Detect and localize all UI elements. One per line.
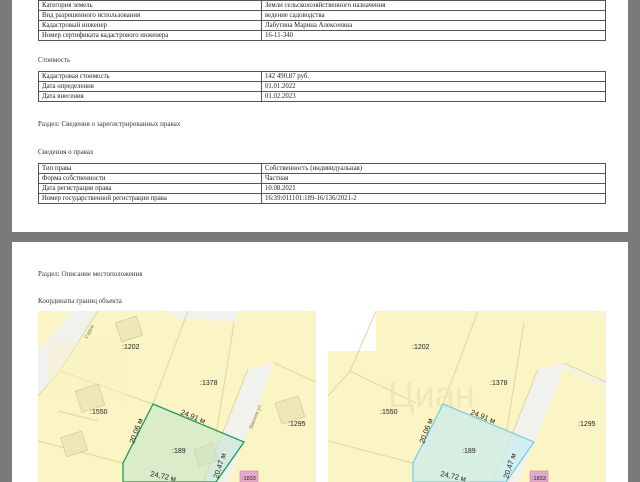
document-page-2: Раздел: Описание местоположения Координа… xyxy=(12,242,628,482)
row-value: 142 490,87 руб. xyxy=(261,71,606,82)
row-label: Дата определения xyxy=(38,81,262,92)
table-row: Вид разрешенного использования ведение с… xyxy=(38,10,606,21)
document-page-1: Категория земель Земли сельскохозяйствен… xyxy=(12,0,628,232)
table-row: Категория земель Земли сельскохозяйствен… xyxy=(38,0,606,11)
land-info-table: Категория земель Земли сельскохозяйствен… xyxy=(38,0,606,41)
cadastral-map-right[interactable]: Циан :1202 :1378 :1550 :1295 :189 :1833 … xyxy=(328,311,606,482)
cost-heading: Стоимость xyxy=(38,56,71,64)
row-label: Дата регистрации права xyxy=(38,183,262,194)
table-row: Дата внесения 01.02.2023 xyxy=(38,91,606,102)
row-value: 10.08.2021 xyxy=(261,183,606,194)
row-value: 16-11-340 xyxy=(261,30,606,41)
parcel-1833-label: :1833 xyxy=(242,476,256,482)
row-value: 01.01.2022 xyxy=(261,81,606,92)
parcel-1833-label: :1833 xyxy=(532,476,546,482)
parcel-1550-label: :1550 xyxy=(380,409,398,416)
row-label: Тип права xyxy=(38,163,262,174)
parcel-1295-label: :1295 xyxy=(288,421,306,428)
cadastral-map-left[interactable]: :1202 :1378 :1550 :1295 :189 :1833 24,91… xyxy=(38,311,316,482)
row-value: 01.02.2023 xyxy=(261,91,606,102)
rights-section-title: Раздел: Сведения о зарегистрированных пр… xyxy=(38,120,181,128)
parcel-1202-label: :1202 xyxy=(412,344,430,351)
row-value: 16:39:011101:189-16/136/2021-2 xyxy=(261,193,606,204)
row-label: Кадастровый инженер xyxy=(38,20,262,31)
row-label: Категория земель xyxy=(38,0,262,11)
parcel-1378-label: :1378 xyxy=(490,380,508,387)
watermark: Циан xyxy=(388,374,475,415)
parcel-1202-label: :1202 xyxy=(122,344,140,351)
row-value: ведение садоводства xyxy=(261,10,606,21)
table-row: Кадастровая стоимость 142 490,87 руб. xyxy=(38,71,606,82)
row-label: Номер сертификата кадастрового инженера xyxy=(38,30,262,41)
coords-heading: Координаты границ объекта xyxy=(38,297,122,305)
cost-table: Кадастровая стоимость 142 490,87 руб. Да… xyxy=(38,71,606,102)
rights-heading: Сведения о правах xyxy=(38,148,94,156)
location-section-title: Раздел: Описание местоположения xyxy=(38,270,143,278)
parcel-1295-label: :1295 xyxy=(578,421,596,428)
row-value: Собственность (индивидуальная) xyxy=(261,163,606,174)
parcel-189-label: :189 xyxy=(172,448,186,455)
parcel-1550-label: :1550 xyxy=(90,409,108,416)
row-label: Кадастровая стоимость xyxy=(38,71,262,82)
table-row: Номер сертификата кадастрового инженера … xyxy=(38,30,606,41)
rights-table: Тип права Собственность (индивидуальная)… xyxy=(38,163,606,204)
row-value: Частная xyxy=(261,173,606,184)
table-row: Номер государственной регистрации права … xyxy=(38,193,606,204)
row-label: Вид разрешенного использования xyxy=(38,10,262,21)
table-row: Кадастровый инженер Лабутина Марина Алек… xyxy=(38,20,606,31)
table-row: Тип права Собственность (индивидуальная) xyxy=(38,163,606,174)
row-label: Форма собственности xyxy=(38,173,262,184)
map-blank-area xyxy=(328,311,376,351)
parcel-1378-label: :1378 xyxy=(200,380,218,387)
row-value: Земли сельскохозяйственного назначения xyxy=(261,0,606,11)
table-row: Форма собственности Частная xyxy=(38,173,606,184)
row-label: Дата внесения xyxy=(38,91,262,102)
row-label: Номер государственной регистрации права xyxy=(38,193,262,204)
table-row: Дата определения 01.01.2022 xyxy=(38,81,606,92)
row-value: Лабутина Марина Алексеевна xyxy=(261,20,606,31)
parcel-189-label: :189 xyxy=(462,448,476,455)
table-row: Дата регистрации права 10.08.2021 xyxy=(38,183,606,194)
